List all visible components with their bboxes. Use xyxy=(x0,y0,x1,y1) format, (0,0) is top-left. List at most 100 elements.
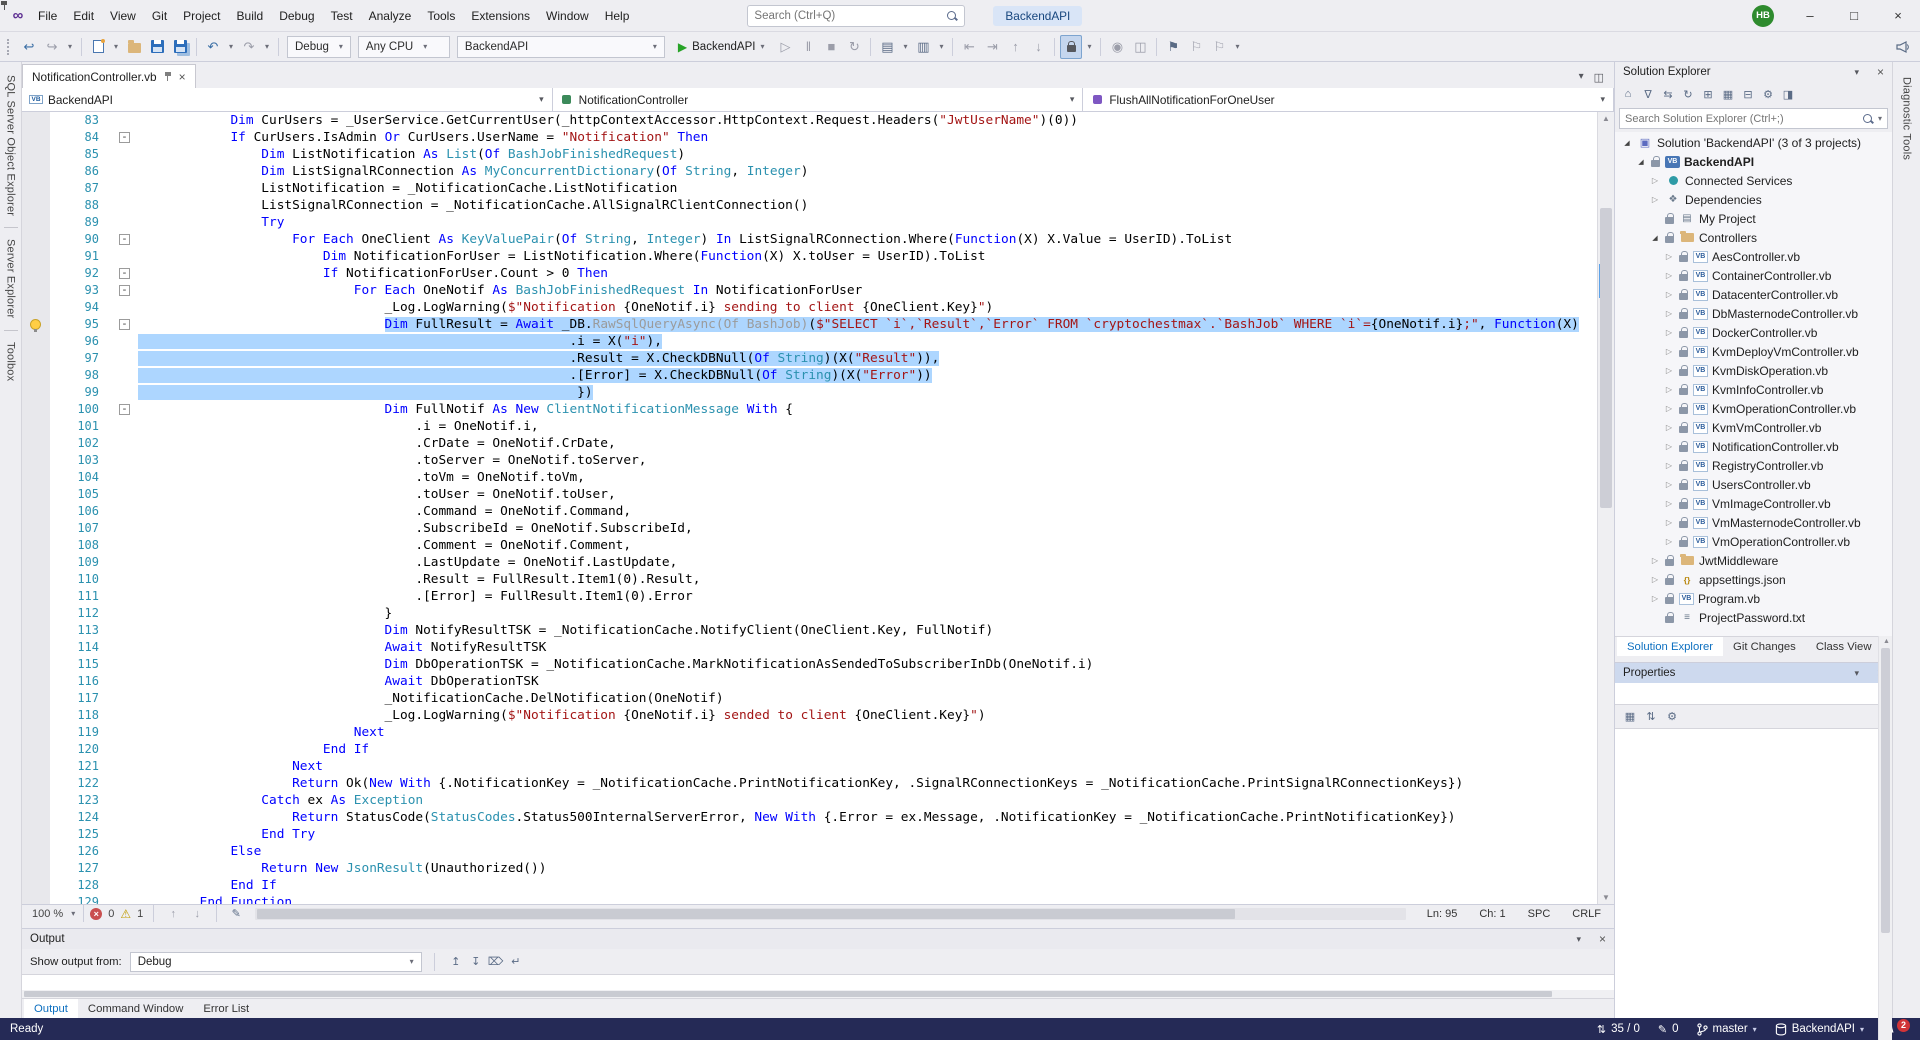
breakpoint-margin[interactable] xyxy=(22,503,50,520)
menu-test[interactable]: Test xyxy=(323,0,361,32)
breakpoint-margin[interactable] xyxy=(22,163,50,180)
breakpoint-margin[interactable] xyxy=(22,826,50,843)
twisty-icon[interactable]: ▷ xyxy=(1663,309,1675,318)
move-down-button[interactable] xyxy=(1027,35,1049,59)
code-line[interactable]: 103 .toServer = OneNotif.toServer, xyxy=(22,452,1597,469)
tree-item-kvmdeployvmcontroller-vb[interactable]: ▷ VB KvmDeployVmController.vb xyxy=(1615,342,1892,361)
collapse-region-icon[interactable]: - xyxy=(119,268,130,279)
navigation-dropdown-icon[interactable] xyxy=(64,35,76,59)
error-count-icon[interactable]: × xyxy=(90,907,103,920)
tree-scrollbar[interactable]: ▲ ▼ xyxy=(1878,636,1892,1040)
breakpoint-margin[interactable] xyxy=(22,265,50,282)
code-line[interactable]: 102 .CrDate = OneNotif.CrDate, xyxy=(22,435,1597,452)
side-tab-sql-server-object-explorer[interactable]: SQL Server Object Explorer xyxy=(5,66,17,225)
properties-icon[interactable]: ⚙ xyxy=(1759,86,1777,102)
scrollbar-thumb[interactable] xyxy=(1600,208,1612,508)
code-line[interactable]: 128 End If xyxy=(22,877,1597,894)
tree-item-solution-backendapi-3-of-3-projects[interactable]: ◢ ▣ Solution 'BackendAPI' (3 of 3 projects… xyxy=(1615,133,1892,152)
output-source-dropdown[interactable]: Debug ▾ xyxy=(129,951,422,972)
code-line[interactable]: 110 .Result = FullResult.Item1(0).Result… xyxy=(22,571,1597,588)
twisty-icon[interactable]: ▷ xyxy=(1663,252,1675,261)
breakpoint-margin[interactable] xyxy=(22,843,50,860)
solution-platform-dropdown[interactable]: Any CPU ▾ xyxy=(357,35,450,58)
side-tab-server-explorer[interactable]: Server Explorer xyxy=(5,230,17,327)
breakpoint-margin[interactable] xyxy=(22,588,50,605)
clear-all-icon[interactable]: ⌦ xyxy=(487,954,505,970)
account-avatar[interactable]: HB xyxy=(1752,4,1774,27)
tree-item-notificationcontroller-vb[interactable]: ▷ VB NotificationController.vb xyxy=(1615,437,1892,456)
breakpoint-margin[interactable] xyxy=(22,877,50,894)
twisty-icon[interactable]: ▷ xyxy=(1663,480,1675,489)
redo-dropdown-icon[interactable] xyxy=(261,35,273,59)
maximize-button[interactable] xyxy=(1832,0,1876,32)
breadcrumb-notificationcontroller[interactable]: NotificationController ▾ xyxy=(553,88,1084,111)
horizontal-scrollbar[interactable] xyxy=(255,907,1406,920)
code-line[interactable]: 117 _NotificationCache.DelNotification(O… xyxy=(22,690,1597,707)
tree-item-vmimagecontroller-vb[interactable]: ▷ VB VmImageController.vb xyxy=(1615,494,1892,513)
breadcrumb-backendapi[interactable]: BackendAPI ▾ xyxy=(22,88,553,111)
tree-item-controllers[interactable]: ◢ Controllers xyxy=(1615,228,1892,247)
window-position-icon[interactable]: ▾ xyxy=(1854,668,1859,679)
tree-item-datacentercontroller-vb[interactable]: ▷ VB DatacenterController.vb xyxy=(1615,285,1892,304)
stop-debugging-button[interactable] xyxy=(820,35,842,59)
output-content[interactable] xyxy=(22,975,1614,990)
warning-count[interactable]: 1 xyxy=(137,908,143,920)
vertical-scrollbar[interactable]: ▲ ▼ xyxy=(1597,112,1614,904)
breakpoint-margin[interactable] xyxy=(22,605,50,622)
previous-bookmark-button[interactable] xyxy=(1185,35,1207,59)
breakpoint-margin[interactable] xyxy=(22,231,50,248)
tree-item-jwtmiddleware[interactable]: ▷ JwtMiddleware xyxy=(1615,551,1892,570)
sync-commits-button[interactable]: ⇅ 35 / 0 xyxy=(1597,1023,1640,1036)
horizontal-scrollbar-thumb[interactable] xyxy=(257,908,1236,919)
twisty-icon[interactable]: ▷ xyxy=(1663,537,1675,546)
tree-item-dependencies[interactable]: ▷ ❖ Dependencies xyxy=(1615,190,1892,209)
side-tab-toolbox[interactable]: Toolbox xyxy=(5,333,17,390)
menu-file[interactable]: File xyxy=(30,0,65,32)
redo-button[interactable] xyxy=(238,35,260,59)
code-line[interactable]: 97 .Result = X.CheckDBNull(Of String)(X(… xyxy=(22,350,1597,367)
code-line[interactable]: 85 Dim ListNotification As List(Of BashJ… xyxy=(22,146,1597,163)
pending-edits-button[interactable]: 0 xyxy=(1658,1023,1678,1036)
search-options-icon[interactable]: ▾ xyxy=(1878,114,1882,123)
code-line[interactable]: 115 Dim DbOperationTSK = _NotificationCa… xyxy=(22,656,1597,673)
code-line[interactable]: 114 Await NotifyResultTSK xyxy=(22,639,1597,656)
twisty-icon[interactable]: ▷ xyxy=(1649,556,1661,565)
breakpoint-margin[interactable] xyxy=(22,180,50,197)
tab-error-list[interactable]: Error List xyxy=(193,999,259,1018)
decrease-indent-button[interactable] xyxy=(958,35,980,59)
code-line[interactable]: 122 Return Ok(New With {.NotificationKey… xyxy=(22,775,1597,792)
scroll-down-icon[interactable]: ▼ xyxy=(1602,893,1610,902)
breakpoint-margin[interactable] xyxy=(22,860,50,877)
scrollbar-thumb[interactable] xyxy=(1881,648,1890,934)
increase-indent-button[interactable] xyxy=(981,35,1003,59)
find-in-files-button[interactable] xyxy=(876,35,898,59)
spaces-indicator[interactable]: SPC xyxy=(1517,908,1562,920)
tree-item-dockercontroller-vb[interactable]: ▷ VB DockerController.vb xyxy=(1615,323,1892,342)
menu-help[interactable]: Help xyxy=(597,0,638,32)
save-all-button[interactable] xyxy=(169,35,191,59)
tree-item-appsettings-json[interactable]: ▷ {} appsettings.json xyxy=(1615,570,1892,589)
tab-output[interactable]: Output xyxy=(24,999,78,1018)
breakpoint-margin[interactable] xyxy=(22,333,50,350)
active-files-dropdown-icon[interactable]: ▾ xyxy=(1579,71,1584,84)
code-line[interactable]: 92- If NotificationForUser.Count > 0 The… xyxy=(22,265,1597,282)
undo-button[interactable] xyxy=(202,35,224,59)
new-file-button[interactable] xyxy=(87,35,109,59)
breakpoint-margin[interactable] xyxy=(22,554,50,571)
breakpoint-margin[interactable] xyxy=(22,639,50,656)
breakpoint-margin[interactable] xyxy=(22,809,50,826)
code-line[interactable]: 124 Return StatusCode(StatusCodes.Status… xyxy=(22,809,1597,826)
tree-item-containercontroller-vb[interactable]: ▷ VB ContainerController.vb xyxy=(1615,266,1892,285)
bookmark-dropdown-icon[interactable] xyxy=(1231,35,1243,59)
twisty-icon[interactable]: ▷ xyxy=(1663,499,1675,508)
breakpoint-margin[interactable] xyxy=(22,452,50,469)
twisty-icon[interactable]: ▷ xyxy=(1649,176,1661,185)
startup-project-dropdown[interactable]: BackendAPI ▾ xyxy=(456,35,665,58)
breakpoint-margin[interactable] xyxy=(22,316,50,333)
tree-item-kvminfocontroller-vb[interactable]: ▷ VB KvmInfoController.vb xyxy=(1615,380,1892,399)
twisty-icon[interactable]: ▷ xyxy=(1649,575,1661,584)
tree-item-userscontroller-vb[interactable]: ▷ VB UsersController.vb xyxy=(1615,475,1892,494)
breakpoint-margin[interactable] xyxy=(22,197,50,214)
code-line[interactable]: 125 End Try xyxy=(22,826,1597,843)
breadcrumb-flushallnotificationforoneuser[interactable]: FlushAllNotificationForOneUser ▾ xyxy=(1083,88,1615,111)
